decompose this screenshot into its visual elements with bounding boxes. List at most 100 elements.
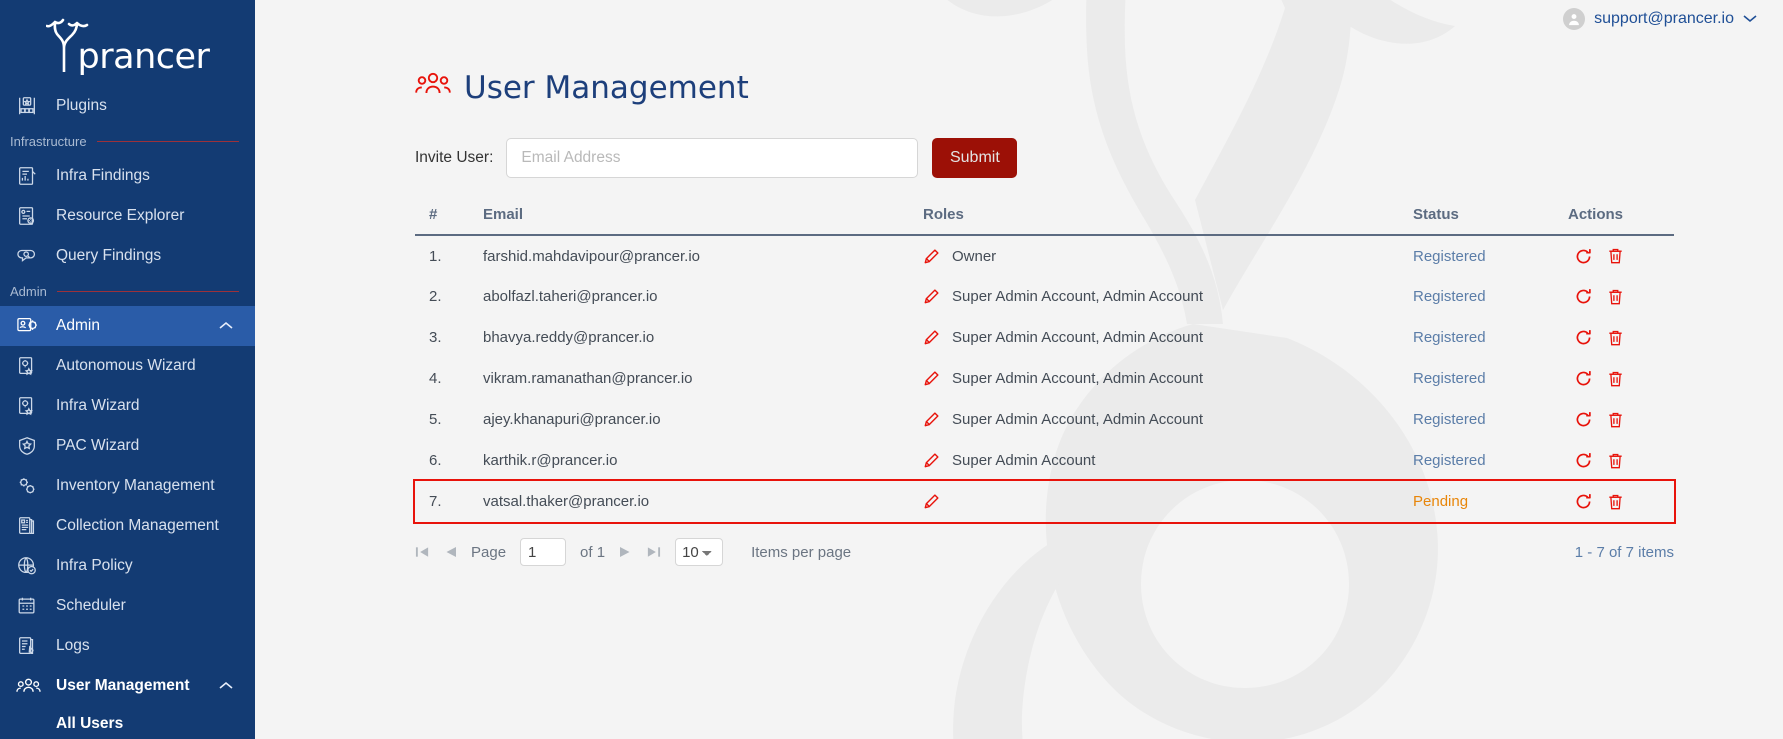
sidebar-item-user-management[interactable]: User Management bbox=[0, 666, 255, 706]
column-header-roles: Roles bbox=[923, 206, 1413, 236]
items-per-page-select[interactable]: 102050100 bbox=[675, 538, 724, 566]
refresh-resend-icon[interactable] bbox=[1574, 410, 1593, 429]
sidebar-item-label: Autonomous Wizard bbox=[56, 357, 196, 374]
sidebar-item-logs[interactable]: Logs bbox=[0, 626, 255, 666]
infra-policy-icon bbox=[16, 555, 50, 577]
sidebar-item-label: Collection Management bbox=[56, 517, 219, 534]
cell-row-number: 4. bbox=[429, 370, 442, 387]
cell-email: vikram.ramanathan@prancer.io bbox=[483, 370, 693, 387]
submit-button[interactable]: Submit bbox=[932, 138, 1018, 178]
user-account-menu[interactable]: support@prancer.io bbox=[1563, 8, 1757, 30]
table-row[interactable]: 6. karthik.r@prancer.io Super Admin Accoun… bbox=[415, 440, 1674, 481]
refresh-resend-icon[interactable] bbox=[1574, 369, 1593, 388]
users-group-icon bbox=[415, 70, 451, 106]
sidebar-item-autonomous-wizard[interactable]: Autonomous Wizard bbox=[0, 346, 255, 386]
cell-email: abolfazl.taheri@prancer.io bbox=[483, 288, 658, 305]
page-of-label: of 1 bbox=[580, 543, 606, 561]
sidebar-item-scheduler[interactable]: Scheduler bbox=[0, 586, 255, 626]
brand-logo[interactable]: prancer bbox=[0, 0, 255, 86]
pencil-edit-icon[interactable] bbox=[923, 452, 940, 469]
sidebar-item-label: Scheduler bbox=[56, 597, 126, 614]
pencil-edit-icon[interactable] bbox=[923, 411, 940, 428]
chevron-down-icon[interactable] bbox=[1743, 10, 1757, 28]
sidebar-item-label: Infra Policy bbox=[56, 557, 133, 574]
cell-roles-text: Super Admin Account, Admin Account bbox=[952, 288, 1203, 305]
pencil-edit-icon[interactable] bbox=[923, 288, 940, 305]
page-number-input[interactable] bbox=[520, 538, 567, 566]
column-header-actions: Actions bbox=[1568, 206, 1674, 236]
sidebar-item-pac-wizard[interactable]: PAC Wizard bbox=[0, 426, 255, 466]
pencil-edit-icon[interactable] bbox=[923, 248, 940, 265]
sidebar-item-plugins[interactable]: Plugins bbox=[0, 86, 255, 126]
sidebar-item-infra-findings[interactable]: Infra Findings bbox=[0, 156, 255, 196]
next-page-icon[interactable] bbox=[619, 545, 632, 559]
status-badge: Registered bbox=[1413, 288, 1486, 305]
email-input[interactable] bbox=[506, 138, 919, 178]
status-badge: Registered bbox=[1413, 247, 1486, 265]
cell-email: farshid.mahdavipour@prancer.io bbox=[483, 247, 701, 265]
chevron-up-icon[interactable] bbox=[219, 677, 233, 695]
trash-delete-icon[interactable] bbox=[1607, 493, 1624, 511]
invite-user-form: Invite User: Submit bbox=[415, 138, 1783, 178]
trash-delete-icon[interactable] bbox=[1607, 452, 1624, 470]
table-row[interactable]: 5. ajey.khanapuri@prancer.io Super Admin A… bbox=[415, 399, 1674, 440]
table-row[interactable]: 2. abolfazl.taheri@prancer.io Super Admin … bbox=[415, 276, 1674, 317]
refresh-resend-icon[interactable] bbox=[1574, 328, 1593, 347]
sidebar-item-label: Infra Findings bbox=[56, 167, 150, 184]
status-badge: Registered bbox=[1413, 411, 1486, 428]
query-findings-icon bbox=[16, 245, 50, 267]
section-divider bbox=[56, 290, 239, 292]
users-table: # Email Roles Status Actions 1. farshid.m… bbox=[413, 206, 1676, 524]
table-row[interactable]: 3. bhavya.reddy@prancer.io Super Admin Acc… bbox=[415, 317, 1674, 358]
sidebar-item-admin[interactable]: Admin bbox=[0, 306, 255, 346]
sidebar-item-collection-management[interactable]: Collection Management bbox=[0, 506, 255, 546]
sidebar-section-label: Infrastructure bbox=[10, 133, 87, 149]
page-body: User Management Invite User: Submit # Em… bbox=[255, 70, 1783, 566]
inventory-management-icon bbox=[16, 475, 50, 497]
sidebar-item-label: Infra Wizard bbox=[56, 397, 140, 414]
trash-delete-icon[interactable] bbox=[1607, 288, 1624, 306]
cell-roles-text: Super Admin Account, Admin Account bbox=[952, 411, 1203, 428]
sidebar-item-infra-policy[interactable]: Infra Policy bbox=[0, 546, 255, 586]
table-header-row: # Email Roles Status Actions bbox=[415, 206, 1674, 236]
refresh-resend-icon[interactable] bbox=[1574, 247, 1593, 266]
refresh-resend-icon[interactable] bbox=[1574, 492, 1593, 511]
status-badge: Registered bbox=[1413, 370, 1486, 387]
sidebar-subitem-all-users[interactable]: All Users bbox=[0, 706, 255, 739]
last-page-icon[interactable] bbox=[646, 545, 661, 559]
sidebar-item-query-findings[interactable]: Query Findings bbox=[0, 236, 255, 276]
cell-roles-text: Super Admin Account bbox=[952, 452, 1096, 469]
logs-icon bbox=[16, 635, 50, 657]
users-table-body: 1. farshid.mahdavipour@prancer.io Owner Reg… bbox=[413, 235, 1676, 524]
cell-email: ajey.khanapuri@prancer.io bbox=[483, 411, 661, 428]
items-count-label: 1 - 7 of 7 items bbox=[1574, 543, 1674, 561]
status-badge: Registered bbox=[1413, 329, 1486, 346]
trash-delete-icon[interactable] bbox=[1607, 247, 1624, 265]
sidebar-item-infra-wizard[interactable]: Infra Wizard bbox=[0, 386, 255, 426]
sidebar-item-label: Logs bbox=[56, 637, 90, 654]
table-row[interactable]: 7. vatsal.thaker@prancer.io Pending bbox=[413, 479, 1676, 524]
trash-delete-icon[interactable] bbox=[1607, 329, 1624, 347]
pencil-edit-icon[interactable] bbox=[923, 370, 940, 387]
sidebar-item-label: Resource Explorer bbox=[56, 207, 185, 224]
trash-delete-icon[interactable] bbox=[1607, 370, 1624, 388]
refresh-resend-icon[interactable] bbox=[1574, 451, 1593, 470]
prev-page-icon[interactable] bbox=[444, 545, 457, 559]
sidebar-item-inventory-management[interactable]: Inventory Management bbox=[0, 466, 255, 506]
table-row[interactable]: 4. vikram.ramanathan@prancer.io Super Admi… bbox=[415, 358, 1674, 399]
sidebar-section-infrastructure: Infrastructure bbox=[0, 126, 255, 156]
items-per-page-label: Items per page bbox=[751, 543, 852, 561]
user-email-label: support@prancer.io bbox=[1594, 10, 1734, 27]
pencil-edit-icon[interactable] bbox=[923, 329, 940, 346]
sidebar-item-resource-explorer[interactable]: Resource Explorer bbox=[0, 196, 255, 236]
page-label: Page bbox=[471, 543, 507, 561]
sidebar-item-label: PAC Wizard bbox=[56, 437, 140, 454]
pencil-edit-icon[interactable] bbox=[923, 493, 940, 510]
cell-row-number: 1. bbox=[429, 247, 442, 265]
sidebar-section-label: Admin bbox=[10, 283, 47, 299]
first-page-icon[interactable] bbox=[415, 545, 430, 559]
chevron-up-icon[interactable] bbox=[219, 317, 233, 335]
trash-delete-icon[interactable] bbox=[1607, 411, 1624, 429]
refresh-resend-icon[interactable] bbox=[1574, 287, 1593, 306]
table-row[interactable]: 1. farshid.mahdavipour@prancer.io Owner Reg… bbox=[415, 235, 1674, 276]
